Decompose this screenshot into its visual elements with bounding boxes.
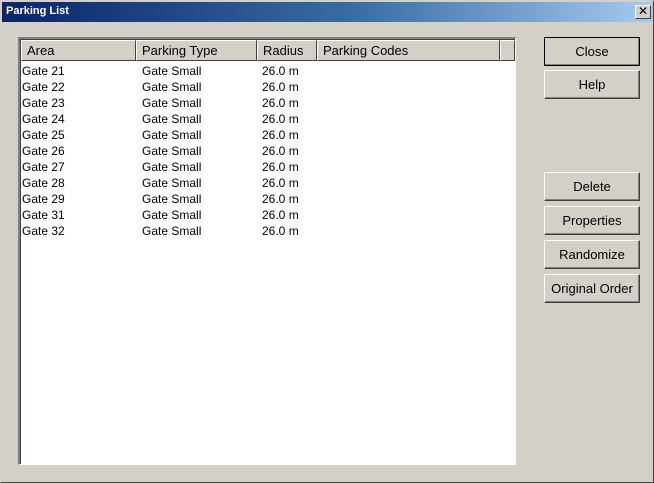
close-button[interactable]: Close [544,37,640,66]
table-row[interactable]: Gate 31 Gate Small 26.0 m [21,207,515,223]
cell-area: Gate 27 [22,160,65,174]
cell-parking-type: Gate Small [142,96,202,110]
column-header-filler [500,40,515,61]
cell-radius: 26.0 m [262,80,299,94]
table-row[interactable]: Gate 24 Gate Small 26.0 m [21,111,515,127]
table-row[interactable]: Gate 32 Gate Small 26.0 m [21,223,515,239]
cell-radius: 26.0 m [262,208,299,222]
column-header-radius[interactable]: Radius [257,40,317,61]
parking-list-window: Parking List ✕ Area Parking Type Radius … [0,0,654,483]
parking-list-view[interactable]: Area Parking Type Radius Parking Codes G… [18,37,516,465]
cell-area: Gate 25 [22,128,65,142]
cell-parking-type: Gate Small [142,192,202,206]
cell-area: Gate 24 [22,112,65,126]
list-header: Area Parking Type Radius Parking Codes [21,40,515,61]
delete-button[interactable]: Delete [544,172,640,201]
randomize-button[interactable]: Randomize [544,240,640,269]
table-row[interactable]: Gate 25 Gate Small 26.0 m [21,127,515,143]
close-icon[interactable]: ✕ [635,5,651,19]
column-header-parking-codes[interactable]: Parking Codes [317,40,500,61]
cell-parking-type: Gate Small [142,80,202,94]
cell-parking-type: Gate Small [142,160,202,174]
cell-radius: 26.0 m [262,96,299,110]
cell-radius: 26.0 m [262,224,299,238]
cell-area: Gate 31 [22,208,65,222]
cell-radius: 26.0 m [262,128,299,142]
cell-radius: 26.0 m [262,176,299,190]
cell-area: Gate 32 [22,224,65,238]
column-header-area[interactable]: Area [21,40,136,61]
table-row[interactable]: Gate 23 Gate Small 26.0 m [21,95,515,111]
original-order-button[interactable]: Original Order [544,274,640,303]
table-row[interactable]: Gate 26 Gate Small 26.0 m [21,143,515,159]
column-header-parking-type[interactable]: Parking Type [136,40,257,61]
table-row[interactable]: Gate 27 Gate Small 26.0 m [21,159,515,175]
cell-parking-type: Gate Small [142,208,202,222]
cell-radius: 26.0 m [262,112,299,126]
cell-area: Gate 23 [22,96,65,110]
cell-radius: 26.0 m [262,192,299,206]
cell-parking-type: Gate Small [142,176,202,190]
window-title: Parking List [6,5,69,17]
table-row[interactable]: Gate 21 Gate Small 26.0 m [21,63,515,79]
cell-radius: 26.0 m [262,144,299,158]
cell-area: Gate 21 [22,64,65,78]
cell-parking-type: Gate Small [142,144,202,158]
cell-area: Gate 26 [22,144,65,158]
list-rows: Gate 21 Gate Small 26.0 m Gate 22 Gate Smal… [21,63,515,239]
table-row[interactable]: Gate 22 Gate Small 26.0 m [21,79,515,95]
cell-parking-type: Gate Small [142,112,202,126]
properties-button[interactable]: Properties [544,206,640,235]
table-row[interactable]: Gate 29 Gate Small 26.0 m [21,191,515,207]
cell-parking-type: Gate Small [142,64,202,78]
cell-area: Gate 22 [22,80,65,94]
cell-radius: 26.0 m [262,64,299,78]
cell-area: Gate 28 [22,176,65,190]
help-button[interactable]: Help [544,70,640,99]
cell-area: Gate 29 [22,192,65,206]
title-bar[interactable]: Parking List ✕ [2,2,653,22]
cell-radius: 26.0 m [262,160,299,174]
cell-parking-type: Gate Small [142,128,202,142]
table-row[interactable]: Gate 28 Gate Small 26.0 m [21,175,515,191]
cell-parking-type: Gate Small [142,224,202,238]
